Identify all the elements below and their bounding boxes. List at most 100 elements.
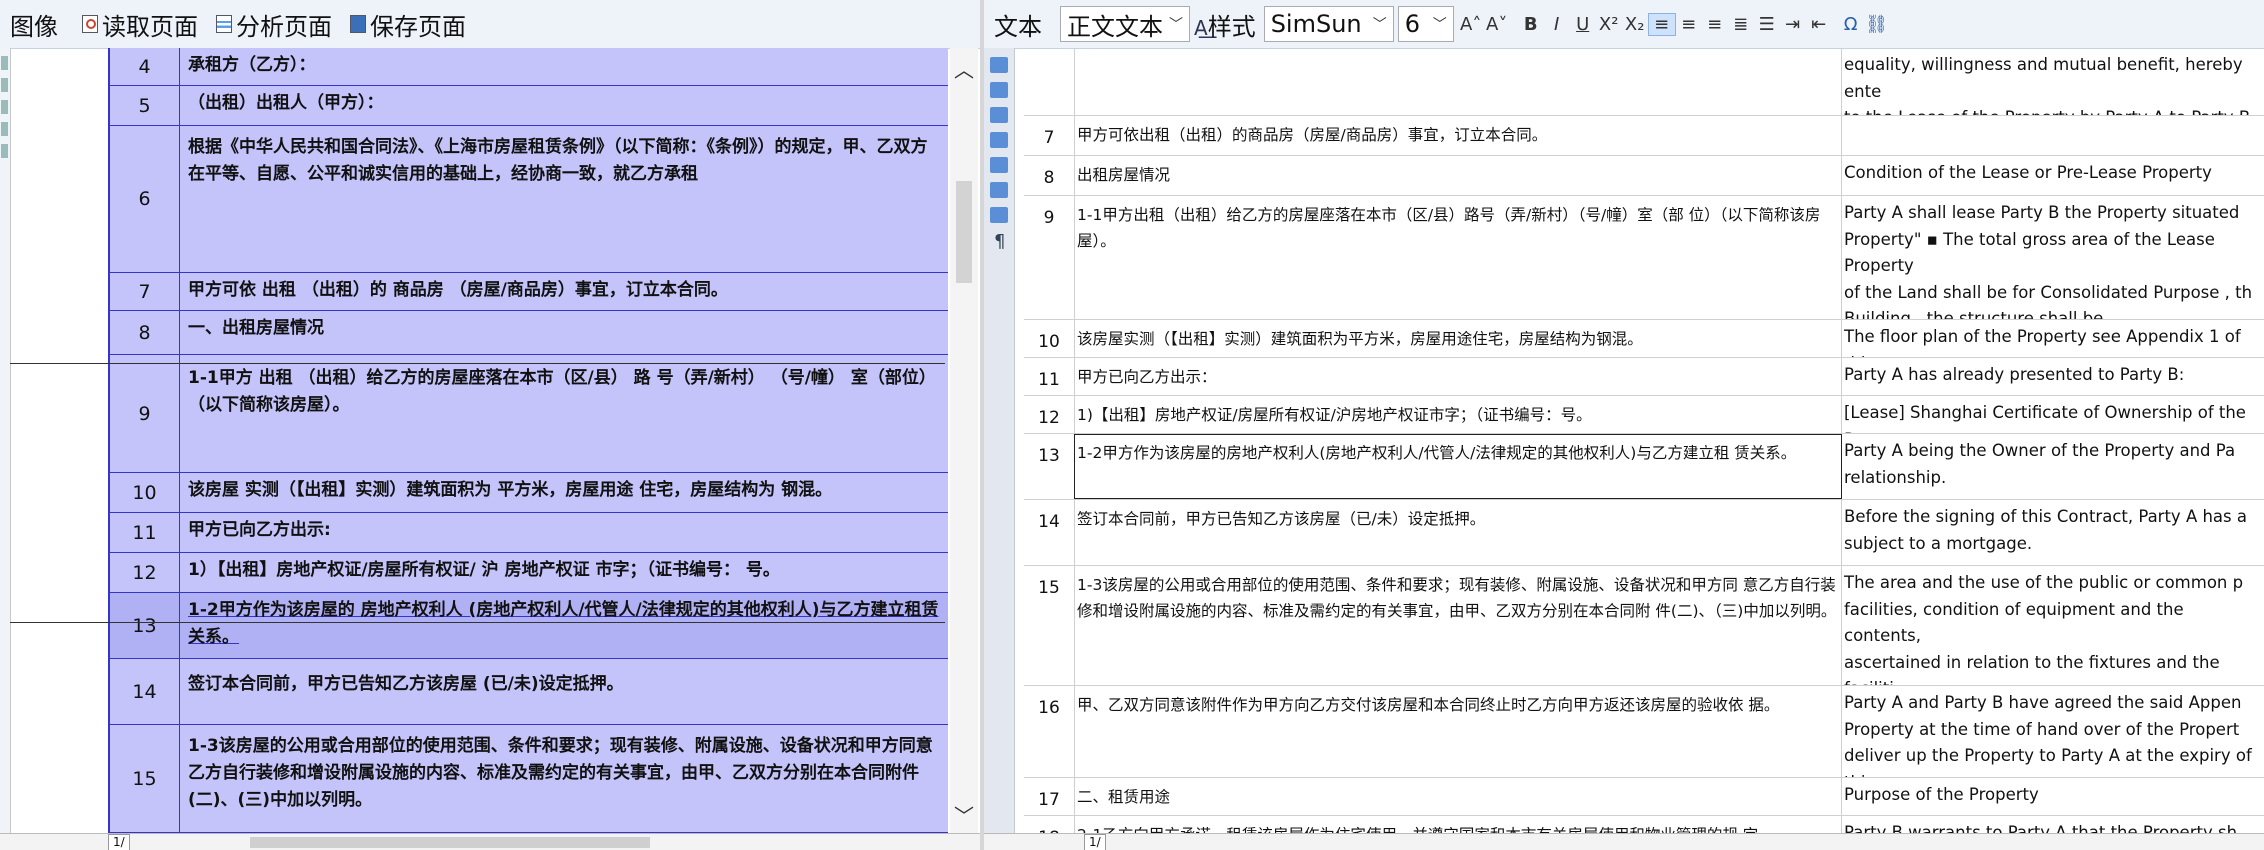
page-tab[interactable]: 1/ <box>1084 834 1106 850</box>
english-cell[interactable]: equality, willingness and mutual benefit… <box>1842 48 2264 115</box>
table-row[interactable]: equality, willingness and mutual benefit… <box>1024 48 2264 116</box>
table-row-selected[interactable]: 13 1-2甲方作为该房屋的房地产权利人(房地产权利人/代管人/法律规定的其他权… <box>1024 434 2264 500</box>
underline-icon[interactable]: U <box>1570 14 1596 35</box>
styles-button[interactable]: A͟样式 <box>1194 7 1256 42</box>
table-row[interactable]: 7 甲方可依 出租 （出租）的 商品房 （房屋/商品房）事宜，订立本合同。 <box>110 273 948 311</box>
row-number: 13 <box>110 593 180 658</box>
find-icon[interactable] <box>990 157 1008 173</box>
table-row-selected[interactable]: 13 1-2甲方作为该房屋的 房地产权利人 (房地产权利人/代管人/法律规定的其… <box>110 593 948 659</box>
page-tab[interactable]: 1/ <box>108 834 130 850</box>
chinese-cell[interactable]: 该房屋实测（【出租】实测）建筑面积为平方米，房屋用途住宅，房屋结构为钢混。 <box>1074 320 1842 357</box>
translate-icon[interactable] <box>990 207 1008 223</box>
italic-icon[interactable]: I <box>1544 14 1570 35</box>
font-size-select[interactable]: 6 ﹀ <box>1397 6 1454 42</box>
read-page-button[interactable]: 读取页面 <box>82 7 198 42</box>
justify-icon[interactable]: ≣ <box>1728 14 1754 35</box>
chinese-cell[interactable]: 1-3该房屋的公用或合用部位的使用范围、条件和要求；现有装修、附属设施、设备状况… <box>1074 566 1842 685</box>
picture-tool-icon[interactable] <box>990 82 1008 98</box>
scroll-down-arrow[interactable]: ﹀ <box>950 800 978 829</box>
english-cell[interactable] <box>1842 116 2264 155</box>
image-vertical-scrollbar[interactable]: ︿ ﹀ <box>950 48 978 833</box>
table-row[interactable]: 9 1-1甲方 出租 （出租）给乙方的房屋座落在本市（区/县） 路 号（弄/新村… <box>110 355 948 473</box>
english-cell[interactable]: Condition of the Lease or Pre-Lease Prop… <box>1842 156 2264 195</box>
table-row[interactable]: 14 签订本合同前，甲方已告知乙方该房屋（已/未）设定抵押。 Before th… <box>1024 500 2264 566</box>
eraser-tool-icon[interactable] <box>1 144 8 158</box>
read-page-icon <box>82 15 98 33</box>
table-row[interactable]: 15 1-3该房屋的公用或合用部位的使用范围、条件和要求；现有装修、附属设施、设… <box>110 725 948 833</box>
table-row[interactable]: 5 （出租）出租人（甲方）： <box>110 86 948 126</box>
analyze-page-button[interactable]: 分析页面 <box>216 7 332 42</box>
english-cell[interactable]: Before the signing of this Contract, Par… <box>1842 500 2264 565</box>
chinese-cell[interactable]: 甲方可依出租（出租）的商品房（房屋/商品房）事宜，订立本合同。 <box>1074 116 1842 155</box>
font-select[interactable]: SimSun ﹀ <box>1263 6 1394 42</box>
table-row[interactable]: 12 1)【出租】房地产权证/房屋所有权证/沪房地产权证市字；（证书编号：号。 … <box>1024 396 2264 434</box>
table-row[interactable]: 10 该房屋 实测（【出租】实测）建筑面积为 平方米，房屋用途 住宅，房屋结构为… <box>110 473 948 513</box>
outdent-icon[interactable]: ⇤ <box>1806 14 1832 35</box>
table-row[interactable]: 9 1-1甲方出租（出租）给乙方的房屋座落在本市（区/县）路号（弄/新村）（号/… <box>1024 196 2264 320</box>
english-cell[interactable]: The floor plan of the Property see Appen… <box>1842 320 2264 357</box>
table-row[interactable]: 10 该房屋实测（【出租】实测）建筑面积为平方米，房屋用途住宅，房屋结构为钢混。… <box>1024 320 2264 358</box>
bold-icon[interactable]: B <box>1518 14 1544 35</box>
save-page-button[interactable]: 保存页面 <box>350 7 466 42</box>
align-left-icon[interactable]: ≡ <box>1647 12 1676 36</box>
table-row[interactable]: 8 出租房屋情况 Condition of the Lease or Pre-L… <box>1024 156 2264 196</box>
row-text: 该房屋 实测（【出租】实测）建筑面积为 平方米，房屋用途 住宅，房屋结构为 钢混… <box>188 480 833 500</box>
chinese-cell[interactable]: 甲、乙双方同意该附件作为甲方向乙方交付该房屋和本合同终止时乙方向甲方返还该房屋的… <box>1074 686 1842 777</box>
scroll-up-arrow[interactable]: ︿ <box>950 54 978 83</box>
table-row[interactable]: 11 甲方已向乙方出示： Party A has already present… <box>1024 358 2264 396</box>
english-cell[interactable]: Purpose of the Property <box>1842 778 2264 815</box>
table-row[interactable]: 14 签订本合同前，甲方已告知乙方该房屋 (已/未)设定抵押。 <box>110 659 948 725</box>
chinese-cell[interactable]: 二、租赁用途 <box>1074 778 1842 815</box>
english-cell[interactable]: Party A has already presented to Party B… <box>1842 358 2264 395</box>
table-row[interactable]: 7 甲方可依出租（出租）的商品房（房屋/商品房）事宜，订立本合同。 <box>1024 116 2264 156</box>
decrease-font-icon[interactable]: A˅ <box>1484 14 1510 35</box>
english-cell[interactable]: [Lease] Shanghai Certificate of Ownershi… <box>1842 396 2264 433</box>
line-spacing-icon[interactable]: ☰ <box>1754 14 1780 35</box>
image-insert-icon[interactable] <box>990 107 1008 123</box>
increase-font-icon[interactable]: A˄ <box>1458 14 1484 35</box>
horizontal-scroll-thumb[interactable] <box>250 837 650 848</box>
paragraph-style-select[interactable]: 正文文本 ﹀ <box>1060 6 1190 42</box>
superscript-icon[interactable]: X² <box>1596 14 1622 35</box>
row-number: 8 <box>1043 168 1055 188</box>
english-cell[interactable]: Party A being the Owner of the Property … <box>1842 434 2264 499</box>
chinese-cell[interactable]: 出租房屋情况 <box>1074 156 1842 195</box>
table-row[interactable]: 15 1-3该房屋的公用或合用部位的使用范围、条件和要求；现有装修、附属设施、设… <box>1024 566 2264 686</box>
table-tool-icon[interactable] <box>1 100 8 114</box>
chinese-cell[interactable]: 签订本合同前，甲方已告知乙方该房屋（已/未）设定抵押。 <box>1074 500 1842 565</box>
table-row[interactable]: 17 二、租赁用途 Purpose of the Property <box>1024 778 2264 816</box>
verify-icon[interactable] <box>990 182 1008 198</box>
english-cell[interactable]: The area and the use of the public or co… <box>1842 566 2264 685</box>
row-text: （出租）出租人（甲方）： <box>188 93 384 113</box>
chinese-cell[interactable]: 1-1甲方出租（出租）给乙方的房屋座落在本市（区/县）路号（弄/新村）（号/幢）… <box>1074 196 1842 319</box>
special-character-icon[interactable]: Ω <box>1838 14 1864 35</box>
block-tool-icon[interactable] <box>1 78 8 92</box>
chinese-cell[interactable]: 1)【出租】房地产权证/房屋所有权证/沪房地产权证市字；（证书编号：号。 <box>1074 396 1842 433</box>
edit-tool-icon[interactable] <box>990 57 1008 73</box>
align-right-icon[interactable]: ≡ <box>1702 14 1728 35</box>
image-tools-strip[interactable] <box>0 48 11 833</box>
table-view-icon[interactable] <box>990 132 1008 148</box>
table-row[interactable]: 6 根据《中华人民共和国合同法》、《上海市房屋租赁条例》（以下简称：《条例》）的… <box>110 126 948 273</box>
select-tool-icon[interactable] <box>1 56 8 70</box>
table-row[interactable]: 11 甲方已向乙方出示: <box>110 513 948 553</box>
english-cell[interactable]: Party A shall lease Party B the Property… <box>1842 196 2264 319</box>
align-center-icon[interactable]: ≡ <box>1676 14 1702 35</box>
picture-tool-icon[interactable] <box>1 122 8 136</box>
chinese-cell[interactable]: 甲方已向乙方出示： <box>1074 358 1842 395</box>
chinese-cell[interactable]: 1-2甲方作为该房屋的房地产权利人(房地产权利人/代管人/法律规定的其他权利人)… <box>1074 434 1842 499</box>
table-row[interactable]: 16 甲、乙双方同意该附件作为甲方向乙方交付该房屋和本合同终止时乙方向甲方返还该… <box>1024 686 2264 778</box>
separator-line <box>10 622 945 623</box>
table-row[interactable]: 8 一、出租房屋情况 <box>110 311 948 355</box>
english-cell[interactable]: Party A and Party B have agreed the said… <box>1842 686 2264 777</box>
scroll-thumb[interactable] <box>956 181 972 283</box>
chinese-cell[interactable] <box>1074 48 1842 115</box>
indent-icon[interactable]: ⇥ <box>1780 14 1806 35</box>
table-row[interactable]: 4 承租方（乙方）： <box>110 48 948 86</box>
table-row[interactable]: 12 1）【出租】房地产权证/房屋所有权证/ 沪 房地产权证 市字；（证书编号：… <box>110 553 948 593</box>
text-pane-title: 文本 <box>994 12 1042 41</box>
styles-icon: A͟ <box>1194 15 1208 40</box>
subscript-icon[interactable]: X₂ <box>1622 14 1648 35</box>
link-icon[interactable]: ⛓ <box>1864 14 1890 35</box>
paragraph-mark-icon[interactable]: ¶ <box>994 231 1014 252</box>
